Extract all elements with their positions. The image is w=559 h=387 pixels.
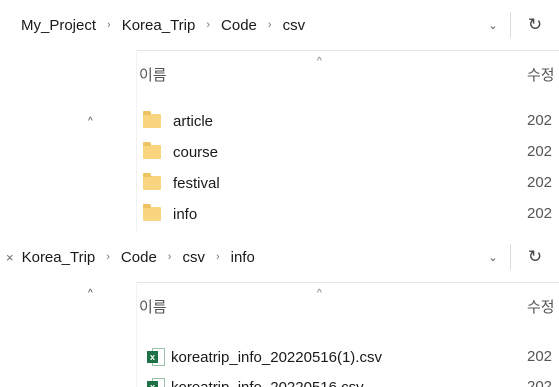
folder-icon xyxy=(143,111,161,128)
file-name: course xyxy=(173,143,219,161)
folder-icon xyxy=(143,142,161,159)
breadcrumb: My_Project › Korea_Trip › Code › csv xyxy=(0,0,307,50)
file-date: 202 xyxy=(527,348,553,365)
breadcrumb: × Korea_Trip › Code › csv › info xyxy=(0,232,257,282)
list-item-file[interactable]: x koreatrip_info_20220516(1).csv 202 xyxy=(137,342,559,372)
file-name: koreatrip_info_20220516.csv xyxy=(171,378,364,387)
list-item-folder[interactable]: info 202 xyxy=(137,199,559,229)
file-list: 이름 ^ 수정 article 202 course 202 festival … xyxy=(137,50,559,232)
list-item-file[interactable]: x koreatrip_info_20220516.csv 202 xyxy=(137,372,559,387)
excel-csv-icon: x xyxy=(147,378,165,387)
breadcrumb-csv[interactable]: csv xyxy=(180,249,207,266)
chevron-right-icon[interactable]: › xyxy=(168,251,172,263)
refresh-icon[interactable]: ↻ xyxy=(520,232,550,282)
folder-icon xyxy=(143,204,161,221)
chevron-down-icon[interactable]: ⌄ xyxy=(478,232,508,282)
scroll-up-icon[interactable]: ^ xyxy=(88,116,93,127)
excel-csv-icon: x xyxy=(147,348,165,366)
list-item-folder[interactable]: festival 202 xyxy=(137,168,559,198)
file-date: 202 xyxy=(527,143,553,160)
breadcrumb-info[interactable]: info xyxy=(229,249,257,266)
column-header-date[interactable]: 수정 xyxy=(527,50,555,102)
chevron-right-icon[interactable]: › xyxy=(216,251,220,263)
explorer-pane-csv: My_Project › Korea_Trip › Code › csv ⌄ ↻… xyxy=(0,0,559,232)
divider xyxy=(510,12,511,38)
breadcrumb-korea-trip[interactable]: Korea_Trip xyxy=(120,17,198,34)
list-item-folder[interactable]: course 202 xyxy=(137,137,559,167)
scroll-up-icon[interactable]: ^ xyxy=(88,288,93,299)
navigation-column: ^ xyxy=(0,282,136,387)
breadcrumb-code[interactable]: Code xyxy=(119,249,159,266)
refresh-icon[interactable]: ↻ xyxy=(520,0,550,50)
chevron-right-icon[interactable]: › xyxy=(268,19,272,31)
folder-icon xyxy=(143,173,161,190)
divider xyxy=(510,244,511,270)
file-date: 202 xyxy=(527,378,553,387)
chevron-down-icon[interactable]: ⌄ xyxy=(478,0,508,50)
list-item-folder[interactable]: article 202 xyxy=(137,106,559,136)
file-list: 이름 ^ 수정 x koreatrip_info_20220516(1).csv… xyxy=(137,282,559,387)
navigation-column: ^ xyxy=(0,50,136,232)
chevron-right-icon[interactable]: › xyxy=(107,19,111,31)
sort-up-icon: ^ xyxy=(317,56,322,67)
file-name: article xyxy=(173,112,214,130)
chevron-right-icon[interactable]: › xyxy=(106,251,110,263)
chevron-right-icon[interactable]: › xyxy=(206,19,210,31)
file-name: festival xyxy=(173,174,220,192)
file-date: 202 xyxy=(527,205,553,222)
breadcrumb-csv[interactable]: csv xyxy=(281,17,308,34)
file-name: info xyxy=(173,205,198,223)
breadcrumb-my-project[interactable]: My_Project xyxy=(19,17,98,34)
file-name: koreatrip_info_20220516(1).csv xyxy=(171,348,382,366)
file-date: 202 xyxy=(527,174,553,191)
close-icon[interactable]: × xyxy=(6,250,14,265)
file-date: 202 xyxy=(527,112,553,129)
column-header-name[interactable]: 이름 xyxy=(137,50,167,102)
column-header-date[interactable]: 수정 xyxy=(527,282,555,334)
breadcrumb-code[interactable]: Code xyxy=(219,17,259,34)
sort-up-icon: ^ xyxy=(317,288,322,299)
address-bar[interactable]: My_Project › Korea_Trip › Code › csv ⌄ ↻ xyxy=(0,0,559,51)
address-bar[interactable]: × Korea_Trip › Code › csv › info ⌄ ↻ xyxy=(0,232,559,283)
column-header-name[interactable]: 이름 xyxy=(137,282,167,334)
explorer-pane-info: × Korea_Trip › Code › csv › info ⌄ ↻ ^ 이… xyxy=(0,232,559,387)
breadcrumb-korea-trip[interactable]: Korea_Trip xyxy=(20,249,98,266)
